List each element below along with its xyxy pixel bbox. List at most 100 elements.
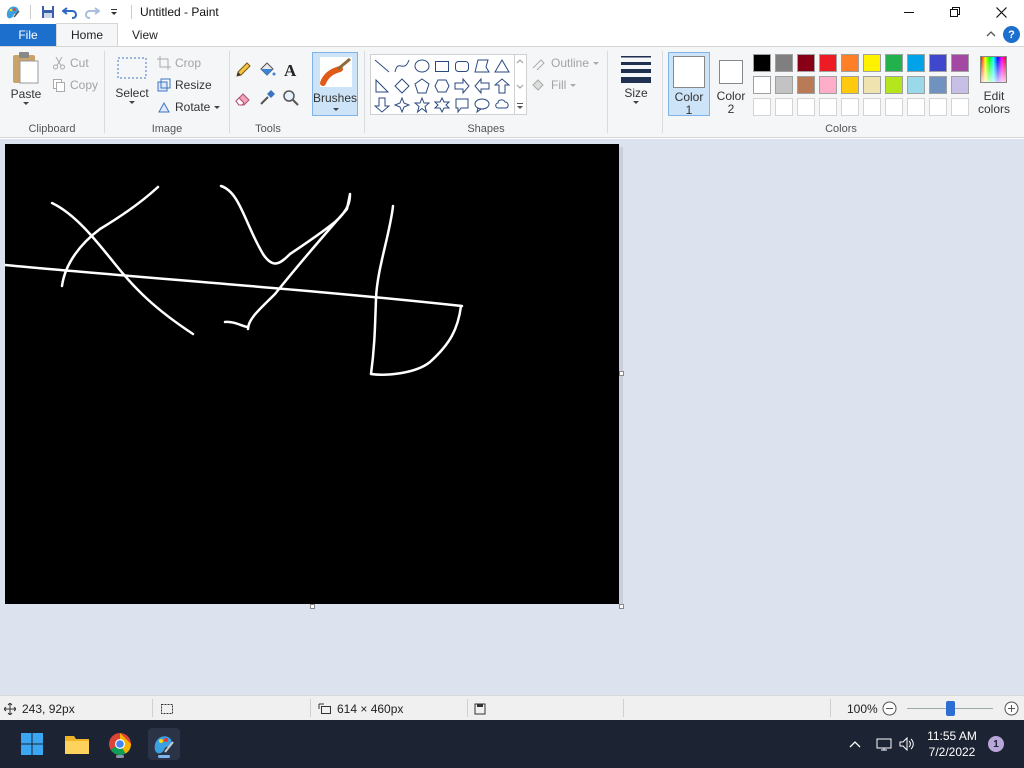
palette-swatch[interactable] xyxy=(753,54,771,72)
color2-button[interactable]: Color 2 xyxy=(712,52,750,116)
paint-taskbar-button[interactable] xyxy=(148,728,180,760)
palette-swatch[interactable] xyxy=(753,76,771,94)
brushes-button[interactable]: Brushes xyxy=(312,52,358,116)
palette-swatch[interactable] xyxy=(929,54,947,72)
palette-swatch[interactable] xyxy=(885,76,903,94)
paste-dropdown-icon[interactable] xyxy=(22,101,30,106)
palette-swatch[interactable] xyxy=(775,54,793,72)
minimize-ribbon-icon[interactable] xyxy=(984,27,998,41)
color-picker-tool[interactable] xyxy=(258,89,276,110)
show-hidden-icons-button[interactable] xyxy=(846,740,864,748)
palette-swatch[interactable] xyxy=(907,54,925,72)
pentagon-shape[interactable] xyxy=(412,76,432,96)
paste-button[interactable]: Paste xyxy=(6,51,46,106)
notification-badge[interactable]: 1 xyxy=(988,736,1004,752)
palette-swatch[interactable] xyxy=(951,76,969,94)
crop-button[interactable]: Crop xyxy=(157,53,201,73)
copy-button[interactable]: Copy xyxy=(52,75,98,95)
zoom-in-button[interactable] xyxy=(1004,696,1019,721)
resize-handle-corner[interactable] xyxy=(619,604,624,609)
six-point-star-shape[interactable] xyxy=(432,95,452,115)
shapes-scroll[interactable] xyxy=(515,54,527,115)
save-icon[interactable] xyxy=(37,1,59,23)
triangle-shape[interactable] xyxy=(492,56,512,76)
fill-tool[interactable] xyxy=(258,61,276,82)
fill-button[interactable]: Fill xyxy=(531,75,581,95)
rounded-rectangle-shape[interactable] xyxy=(452,56,472,76)
restore-button[interactable] xyxy=(932,0,978,24)
resize-handle-right[interactable] xyxy=(619,371,624,376)
select-dropdown-icon[interactable] xyxy=(128,100,136,105)
palette-swatch[interactable] xyxy=(907,76,925,94)
tab-view[interactable]: View xyxy=(118,24,172,46)
paint-app-icon[interactable] xyxy=(2,1,24,23)
line-shape[interactable] xyxy=(372,56,392,76)
resize-button[interactable]: Resize xyxy=(157,75,212,95)
four-point-star-shape[interactable] xyxy=(392,95,412,115)
customize-qa-chevron-icon[interactable] xyxy=(103,1,125,23)
custom-color-slot[interactable] xyxy=(775,98,793,116)
palette-swatch[interactable] xyxy=(819,54,837,72)
palette-swatch[interactable] xyxy=(797,54,815,72)
left-arrow-shape[interactable] xyxy=(472,76,492,96)
palette-swatch[interactable] xyxy=(841,54,859,72)
custom-color-slot[interactable] xyxy=(841,98,859,116)
oval-callout-shape[interactable] xyxy=(472,95,492,115)
canvas-workspace[interactable] xyxy=(0,139,1024,695)
edit-colors-button[interactable]: Edit colors xyxy=(975,52,1013,116)
diamond-shape[interactable] xyxy=(392,76,412,96)
rectangle-shape[interactable] xyxy=(432,56,452,76)
tab-home[interactable]: Home xyxy=(56,23,119,46)
rounded-callout-shape[interactable] xyxy=(452,95,472,115)
custom-color-slot[interactable] xyxy=(907,98,925,116)
palette-swatch[interactable] xyxy=(951,54,969,72)
select-button[interactable]: Select xyxy=(111,55,153,105)
up-arrow-shape[interactable] xyxy=(492,76,512,96)
palette-swatch[interactable] xyxy=(929,76,947,94)
custom-color-slot[interactable] xyxy=(929,98,947,116)
custom-color-slot[interactable] xyxy=(951,98,969,116)
network-button[interactable] xyxy=(872,737,896,751)
oval-shape[interactable] xyxy=(412,56,432,76)
palette-swatch[interactable] xyxy=(863,54,881,72)
zoom-out-button[interactable] xyxy=(882,696,897,721)
minimize-button[interactable] xyxy=(886,0,932,24)
close-button[interactable] xyxy=(978,0,1024,24)
palette-swatch[interactable] xyxy=(863,76,881,94)
file-explorer-button[interactable] xyxy=(61,728,93,760)
cut-button[interactable]: Cut xyxy=(52,53,89,73)
palette-swatch[interactable] xyxy=(819,76,837,94)
start-button[interactable] xyxy=(16,728,48,760)
color1-button[interactable]: Color 1 xyxy=(668,52,710,117)
resize-handle-bottom[interactable] xyxy=(310,604,315,609)
eraser-tool[interactable] xyxy=(234,89,252,110)
rotate-button[interactable]: Rotate xyxy=(157,97,225,117)
five-point-star-shape[interactable] xyxy=(412,95,432,115)
curve-shape[interactable] xyxy=(392,56,412,76)
text-tool[interactable]: A xyxy=(282,61,300,82)
pencil-tool[interactable] xyxy=(234,61,252,82)
tab-file[interactable]: File xyxy=(0,24,56,46)
custom-color-slot[interactable] xyxy=(819,98,837,116)
magnifier-tool[interactable] xyxy=(282,89,300,110)
palette-swatch[interactable] xyxy=(841,76,859,94)
custom-color-slot[interactable] xyxy=(753,98,771,116)
right-triangle-shape[interactable] xyxy=(372,76,392,96)
zoom-slider-thumb[interactable] xyxy=(946,701,955,716)
polygon-shape[interactable] xyxy=(472,56,492,76)
outline-button[interactable]: Outline xyxy=(531,53,604,73)
palette-swatch[interactable] xyxy=(797,76,815,94)
undo-icon[interactable] xyxy=(59,1,81,23)
custom-color-slot[interactable] xyxy=(885,98,903,116)
clock[interactable]: 11:55 AM 7/2/2022 xyxy=(922,728,982,760)
down-arrow-shape[interactable] xyxy=(372,95,392,115)
custom-color-slot[interactable] xyxy=(797,98,815,116)
volume-button[interactable] xyxy=(896,737,918,751)
drawing-canvas[interactable] xyxy=(5,144,619,604)
chrome-button[interactable] xyxy=(104,728,136,760)
size-button[interactable]: Size xyxy=(614,53,658,105)
palette-swatch[interactable] xyxy=(775,76,793,94)
hexagon-shape[interactable] xyxy=(432,76,452,96)
redo-icon[interactable] xyxy=(81,1,103,23)
cloud-callout-shape[interactable] xyxy=(492,95,512,115)
